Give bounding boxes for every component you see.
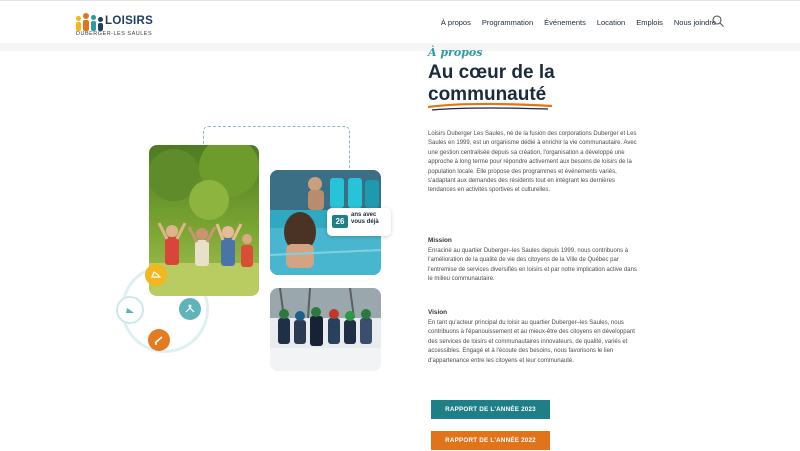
logo-subtitle: DUBERGER-LES SAULES <box>76 31 153 37</box>
years-number: 26 <box>332 215 348 228</box>
title-underline-swash <box>427 102 553 111</box>
mission-paragraph: Enraciné au quartier Duberger–les Saules… <box>428 248 637 283</box>
nav-programmation[interactable]: Programmation <box>482 18 533 27</box>
site-header: LOISIRS DUBERGER-LES SAULES À propos Pro… <box>0 0 800 44</box>
shoe-icon <box>116 296 144 324</box>
section-eyebrow: À propos <box>428 46 483 59</box>
nav-evenements[interactable]: Événements <box>544 18 586 27</box>
nav-a-propos[interactable]: À propos <box>441 18 471 27</box>
report-2023-button[interactable]: RAPPORT DE L'ANNÉE 2023 <box>431 400 550 419</box>
skate-icon <box>148 329 170 351</box>
search-icon[interactable] <box>711 14 725 28</box>
page-title-line1: Au cœur de la <box>428 62 555 83</box>
nav-nous-joindre[interactable]: Nous joindre <box>674 18 716 27</box>
report-2022-button[interactable]: RAPPORT DE L'ANNÉE 2022 <box>431 431 550 450</box>
logo-title: LOISIRS <box>105 15 154 27</box>
years-badge: 26 ans avec vous déjà <box>327 208 391 236</box>
intro-paragraph: Loisirs Duberger Les Saules, né de la fu… <box>428 131 637 194</box>
years-text: ans avec vous déjà <box>351 212 379 225</box>
mission-heading: Mission <box>428 237 452 244</box>
vision-paragraph: En tant qu'acteur principal du loisir au… <box>428 320 635 364</box>
header-shadow-band <box>0 43 800 51</box>
yoga-icon <box>179 298 201 320</box>
logo-people-icon <box>76 12 104 32</box>
running-shoe-icon <box>145 264 167 286</box>
nav-location[interactable]: Location <box>597 18 625 27</box>
vision-heading: Vision <box>428 309 448 316</box>
nav-emplois[interactable]: Emplois <box>636 18 663 27</box>
main-nav: À propos Programmation Événements Locati… <box>441 18 716 27</box>
photo-winter-run <box>270 288 381 371</box>
